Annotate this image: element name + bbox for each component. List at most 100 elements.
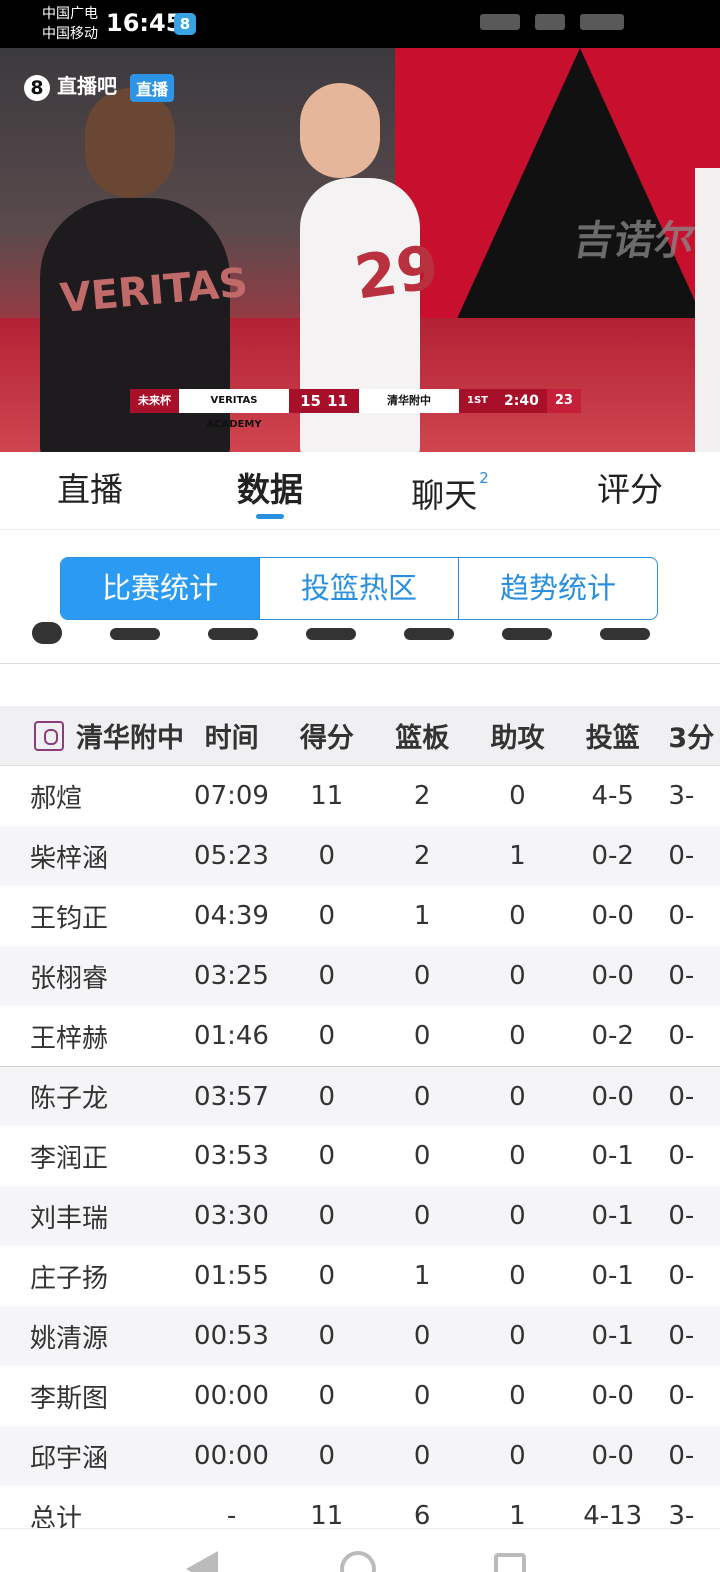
header-rebounds: 篮板 xyxy=(395,723,450,754)
assists-cell: 0 xyxy=(509,1321,526,1351)
field-goals-cell: 0-2 xyxy=(591,841,634,871)
score-a: 15 xyxy=(300,392,321,410)
tab-live[interactable]: 直播 xyxy=(0,452,180,529)
player-head xyxy=(300,83,380,178)
table-row[interactable]: 柴梓涵 05:23 0 2 1 0-2 0- xyxy=(0,826,720,886)
status-icons xyxy=(470,14,700,34)
points-cell: 0 xyxy=(318,1441,336,1471)
player-name-cell: 张栩睿 xyxy=(30,963,109,994)
table-header: 清华附中 时间 得分 篮板 助攻 投篮 3分 xyxy=(0,706,720,766)
three-pointers-cell: 0- xyxy=(668,1381,695,1411)
table-row[interactable]: 张栩睿 03:25 0 0 0 0-0 0- xyxy=(0,946,720,1006)
table-row[interactable]: 刘丰瑞 03:30 0 0 0 0-1 0- xyxy=(0,1186,720,1246)
signal-icon xyxy=(480,14,520,30)
player-name-cell: 邱宇涵 xyxy=(30,1443,109,1474)
carrier-info: 中国广电 中国移动 xyxy=(42,4,98,44)
segment-shot-zones[interactable]: 投篮热区 xyxy=(259,558,458,619)
rebounds-cell: 0 xyxy=(413,1321,431,1351)
field-goals-cell: 0-0 xyxy=(591,1381,634,1411)
player-name-cell: 刘丰瑞 xyxy=(30,1203,109,1234)
field-goals-cell: 4-13 xyxy=(583,1501,643,1531)
segment-game-stats[interactable]: 比赛统计 xyxy=(61,558,259,619)
scorebug-scores: 15 11 xyxy=(289,389,359,413)
rebounds-cell: 0 xyxy=(413,1201,431,1231)
table-row[interactable]: 李斯图 00:00 0 0 0 0-0 0- xyxy=(0,1366,720,1426)
back-icon[interactable] xyxy=(186,1551,218,1572)
table-row[interactable]: 王梓赫 01:46 0 0 0 0-2 0- xyxy=(0,1006,720,1066)
battery-icon xyxy=(580,14,625,30)
points-cell: 11 xyxy=(310,781,344,811)
stats-segmented-control: 比赛统计 投篮热区 趋势统计 xyxy=(60,557,658,620)
table-row[interactable]: 王钧正 04:39 0 1 0 0-0 0- xyxy=(0,886,720,946)
minutes-cell: 03:30 xyxy=(194,1201,269,1231)
header-fragment xyxy=(208,628,258,640)
table-row[interactable]: 郝煊 07:09 11 2 0 4-5 3- xyxy=(0,766,720,826)
table-row[interactable]: 姚清源 00:53 0 0 0 0-1 0- xyxy=(0,1306,720,1366)
segment-trend-stats[interactable]: 趋势统计 xyxy=(458,558,657,619)
assists-cell: 0 xyxy=(509,1201,526,1231)
tab-label: 直播 xyxy=(57,470,123,509)
player-stats-table[interactable]: 清华附中 时间 得分 篮板 助攻 投篮 3分 郝煊 07:09 11 2 0 4-5 3- 柴… xyxy=(0,706,720,1546)
three-pointers-cell: 3- xyxy=(668,781,695,811)
tab-label: 评分 xyxy=(597,470,663,509)
field-goals-cell: 0-0 xyxy=(591,961,634,991)
rebounds-cell: 0 xyxy=(413,1381,431,1411)
tab-rating[interactable]: 评分 xyxy=(540,452,720,529)
tab-label: 聊天 xyxy=(411,476,478,515)
scorebug-game-clock: 2:40 xyxy=(495,389,547,413)
tab-chat[interactable]: 聊天 2 xyxy=(360,452,540,529)
recent-apps-icon[interactable] xyxy=(494,1553,526,1572)
three-pointers-cell: 0- xyxy=(668,961,695,991)
header-fragment xyxy=(306,628,356,640)
player-name-cell: 王梓赫 xyxy=(30,1023,109,1054)
three-pointers-cell: 0- xyxy=(668,1081,695,1112)
video-player[interactable]: 吉诺尔 VERITAS 29 8 直播吧 直播 未来杯 VERITAS ACAD… xyxy=(0,48,720,452)
table-row[interactable]: 陈子龙 03:57 0 0 0 0-0 0- xyxy=(0,1066,720,1126)
wifi-icon xyxy=(535,14,566,30)
broadcast-watermark: 8 直播吧 直播 xyxy=(24,70,174,102)
minutes-cell: 00:00 xyxy=(194,1381,269,1411)
header-fragment xyxy=(502,628,552,640)
active-tab-indicator xyxy=(256,514,284,519)
assists-cell: 1 xyxy=(509,1501,526,1531)
carrier-1: 中国广电 xyxy=(42,6,98,22)
minutes-cell: 00:00 xyxy=(194,1441,269,1471)
table-row[interactable]: 庄子扬 01:55 0 1 0 0-1 0- xyxy=(0,1246,720,1306)
team-emblem-icon xyxy=(34,720,64,751)
team-header: 清华附中 xyxy=(0,716,184,755)
rebounds-cell: 1 xyxy=(413,1261,431,1291)
sponsor-logo: 吉诺尔 xyxy=(570,218,699,264)
three-pointers-cell: 0- xyxy=(668,901,695,931)
three-pointers-cell: 0- xyxy=(668,1321,695,1351)
assists-cell: 1 xyxy=(509,841,526,871)
three-pointers-cell: 3- xyxy=(668,1501,695,1531)
home-icon[interactable] xyxy=(340,1551,376,1572)
assists-cell: 0 xyxy=(509,1081,526,1112)
points-cell: 0 xyxy=(318,1081,336,1112)
minutes-cell: 04:39 xyxy=(194,901,269,931)
minutes-cell: 03:53 xyxy=(194,1141,269,1171)
assists-cell: 0 xyxy=(509,1441,526,1471)
field-goals-cell: 4-5 xyxy=(591,781,634,811)
rebounds-cell: 0 xyxy=(413,961,431,991)
team-logo-fragment xyxy=(32,622,62,644)
chat-badge: 2 xyxy=(479,469,489,487)
field-goals-cell: 0-1 xyxy=(591,1201,634,1231)
assists-cell: 0 xyxy=(509,1381,526,1411)
player-edge xyxy=(695,168,720,452)
points-cell: 0 xyxy=(318,1381,336,1411)
tab-data[interactable]: 数据 xyxy=(180,452,360,529)
scorebug: 未来杯 VERITAS ACADEMY 15 11 清华附中 1ST 2:40 … xyxy=(130,389,588,430)
zhibo8-logo-icon: 8 xyxy=(24,74,50,101)
field-goals-cell: 0-0 xyxy=(591,1441,634,1471)
score-b: 11 xyxy=(327,392,348,410)
field-goals-cell: 0-1 xyxy=(591,1261,634,1291)
header-field-goals: 投篮 xyxy=(585,723,640,754)
status-bar: 中国广电 中国移动 16:45 8 xyxy=(0,0,720,48)
points-cell: 0 xyxy=(318,1021,336,1051)
table-row[interactable]: 李润正 03:53 0 0 0 0-1 0- xyxy=(0,1126,720,1186)
player-dark-jersey: VERITAS xyxy=(40,88,250,452)
points-cell: 0 xyxy=(318,901,336,931)
three-pointers-cell: 0- xyxy=(668,1441,695,1471)
table-row[interactable]: 邱宇涵 00:00 0 0 0 0-0 0- xyxy=(0,1426,720,1486)
